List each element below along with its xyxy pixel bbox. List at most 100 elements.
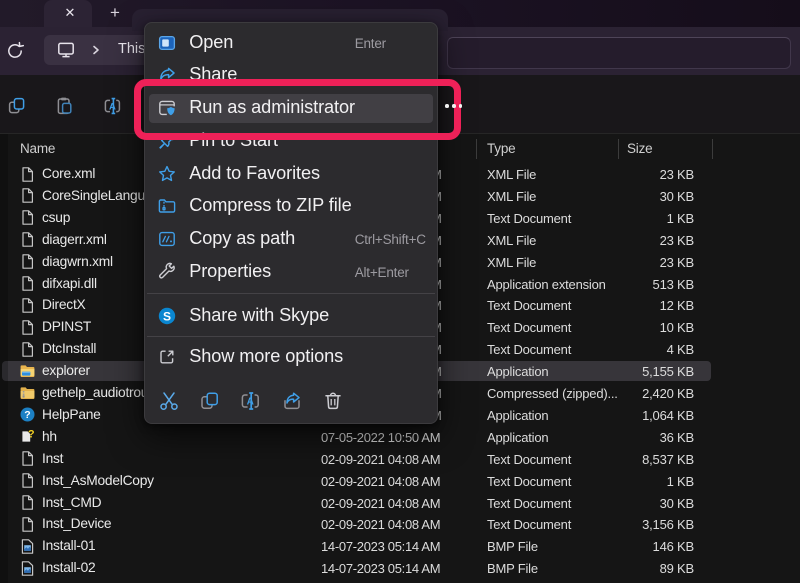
- annotation-highlight-box: [134, 79, 461, 140]
- file-type: Text Document: [487, 320, 571, 335]
- search-input[interactable]: [447, 37, 791, 69]
- file-date-modified: 14-07-2023 05:14 AM: [321, 561, 440, 576]
- file-type: XML File: [487, 167, 536, 182]
- file-row[interactable]: Inst02-09-2021 04:08 AMText Document8,53…: [0, 448, 800, 470]
- file-size: 23 KB: [560, 167, 694, 182]
- menu-item-label: Show more options: [189, 346, 343, 367]
- new-tab-icon[interactable]: +: [103, 2, 127, 25]
- file-name[interactable]: csup: [42, 210, 70, 225]
- menu-item-open[interactable]: OpenEnter: [145, 27, 437, 60]
- menu-item-shortcut: Enter: [355, 36, 386, 51]
- file-type: Text Document: [487, 474, 571, 489]
- file-size: 10 KB: [560, 320, 694, 335]
- menu-item-label: Share with Skype: [189, 305, 329, 326]
- file-name[interactable]: explorer: [42, 363, 90, 378]
- column-separator[interactable]: [712, 139, 713, 159]
- file-name[interactable]: diagwrn.xml: [42, 254, 113, 269]
- menu-item-label: Compress to ZIP file: [189, 195, 351, 216]
- file-type: BMP File: [487, 561, 538, 576]
- file-icon: [19, 516, 36, 533]
- menu-item-share-with-skype[interactable]: S Share with Skype: [145, 300, 437, 333]
- menu-item-properties[interactable]: PropertiesAlt+Enter: [145, 256, 437, 289]
- file-row[interactable]: Inst_CMD02-09-2021 04:08 AMText Document…: [0, 492, 800, 514]
- column-header-type[interactable]: Type: [487, 141, 515, 156]
- file-icon: [19, 187, 36, 204]
- active-tab[interactable]: ✕: [44, 0, 92, 27]
- file-name[interactable]: Inst_CMD: [42, 495, 101, 510]
- file-size: 4 KB: [560, 342, 694, 357]
- delete-button[interactable]: [316, 384, 350, 418]
- column-header-size[interactable]: Size: [627, 141, 652, 156]
- cut-button[interactable]: [152, 384, 186, 418]
- file-size: 30 KB: [560, 496, 694, 511]
- explorer-folder-icon: [19, 363, 36, 380]
- file-name[interactable]: Core.xml: [42, 166, 95, 181]
- file-name[interactable]: DPINST: [42, 319, 91, 334]
- file-type: XML File: [487, 233, 536, 248]
- file-date-modified: 07-05-2022 10:50 AM: [321, 430, 440, 445]
- file-row[interactable]: ?hh07-05-2022 10:50 AMApplication36 KB: [0, 426, 800, 448]
- file-icon: [19, 253, 36, 270]
- column-separator[interactable]: [476, 139, 477, 159]
- rename-icon[interactable]: A: [103, 96, 123, 116]
- file-name[interactable]: DtcInstall: [42, 341, 96, 356]
- file-date-modified: 02-09-2021 04:08 AM: [321, 517, 440, 532]
- column-separator[interactable]: [618, 139, 619, 159]
- file-icon: [19, 319, 36, 336]
- menu-item-label: Copy as path: [189, 228, 295, 249]
- file-type: BMP File: [487, 539, 538, 554]
- file-size: 36 KB: [560, 430, 694, 445]
- file-type: Text Document: [487, 496, 571, 511]
- file-name[interactable]: HelpPane: [42, 407, 101, 422]
- menu-item-compress-to-zip-file[interactable]: Compress to ZIP file: [145, 190, 437, 223]
- zip-folder-icon: [157, 196, 177, 216]
- file-name[interactable]: difxapi.dll: [42, 276, 97, 291]
- file-row[interactable]: Inst_AsModelCopy 02-09-2021 04:08 AM Text …: [0, 470, 800, 492]
- paste-icon[interactable]: [55, 96, 75, 116]
- file-row[interactable]: Install-0214-07-2023 05:14 AMBMP File89 …: [0, 557, 800, 579]
- file-size: 8,537 KB: [560, 452, 694, 467]
- file-size: 1 KB: [560, 474, 694, 489]
- menu-item-add-to-favorites[interactable]: Add to Favorites: [145, 158, 437, 191]
- file-name[interactable]: Inst: [42, 451, 63, 466]
- menu-item-shortcut: Alt+Enter: [355, 265, 409, 280]
- rename-button[interactable]: A: [234, 384, 268, 418]
- file-size: 513 KB: [560, 277, 694, 292]
- skype-icon: S: [157, 306, 177, 326]
- svg-text:?: ?: [28, 429, 35, 441]
- file-size: 30 KB: [560, 189, 694, 204]
- svg-text:A: A: [109, 102, 116, 113]
- file-type: XML File: [487, 255, 536, 270]
- file-size: 1,064 KB: [560, 408, 694, 423]
- file-icon: [19, 275, 36, 292]
- svg-text:S: S: [163, 309, 171, 323]
- menu-item-show-more-options[interactable]: Show more options: [145, 341, 437, 374]
- share-button[interactable]: [275, 384, 309, 418]
- file-type: Text Document: [487, 342, 571, 357]
- file-type: Application: [487, 408, 548, 423]
- menu-item-label: Add to Favorites: [189, 163, 320, 184]
- file-row[interactable]: Inst_Device02-09-2021 04:08 AMText Docum…: [0, 513, 800, 535]
- file-name[interactable]: Install-01: [42, 538, 95, 553]
- file-date-modified: 02-09-2021 04:08 AM: [321, 474, 440, 489]
- file-name[interactable]: DirectX: [42, 297, 85, 312]
- refresh-icon[interactable]: [4, 40, 26, 62]
- file-size: 23 KB: [560, 233, 694, 248]
- file-name[interactable]: Install-02: [42, 560, 95, 575]
- copy-icon[interactable]: [7, 96, 27, 116]
- menu-item-copy-as-path[interactable]: Copy as pathCtrl+Shift+C: [145, 223, 437, 256]
- zip-folder-file-icon: [19, 385, 36, 402]
- file-row[interactable]: Install-0114-07-2023 05:14 AMBMP File146…: [0, 535, 800, 557]
- file-size: 5,155 KB: [560, 364, 694, 379]
- tab-close-icon[interactable]: ✕: [60, 3, 80, 23]
- file-size: 146 KB: [560, 539, 694, 554]
- file-name[interactable]: Inst_Device: [42, 516, 111, 531]
- see-more-ellipsis-icon[interactable]: [442, 100, 466, 112]
- copy-button[interactable]: [193, 384, 227, 418]
- breadcrumb-chevron-icon[interactable]: [91, 41, 101, 59]
- file-name[interactable]: Inst_AsModelCopy: [42, 473, 154, 488]
- file-name[interactable]: diagerr.xml: [42, 232, 107, 247]
- file-icon: [19, 209, 36, 226]
- column-header-name[interactable]: Name: [20, 141, 55, 156]
- file-name[interactable]: hh: [42, 429, 57, 444]
